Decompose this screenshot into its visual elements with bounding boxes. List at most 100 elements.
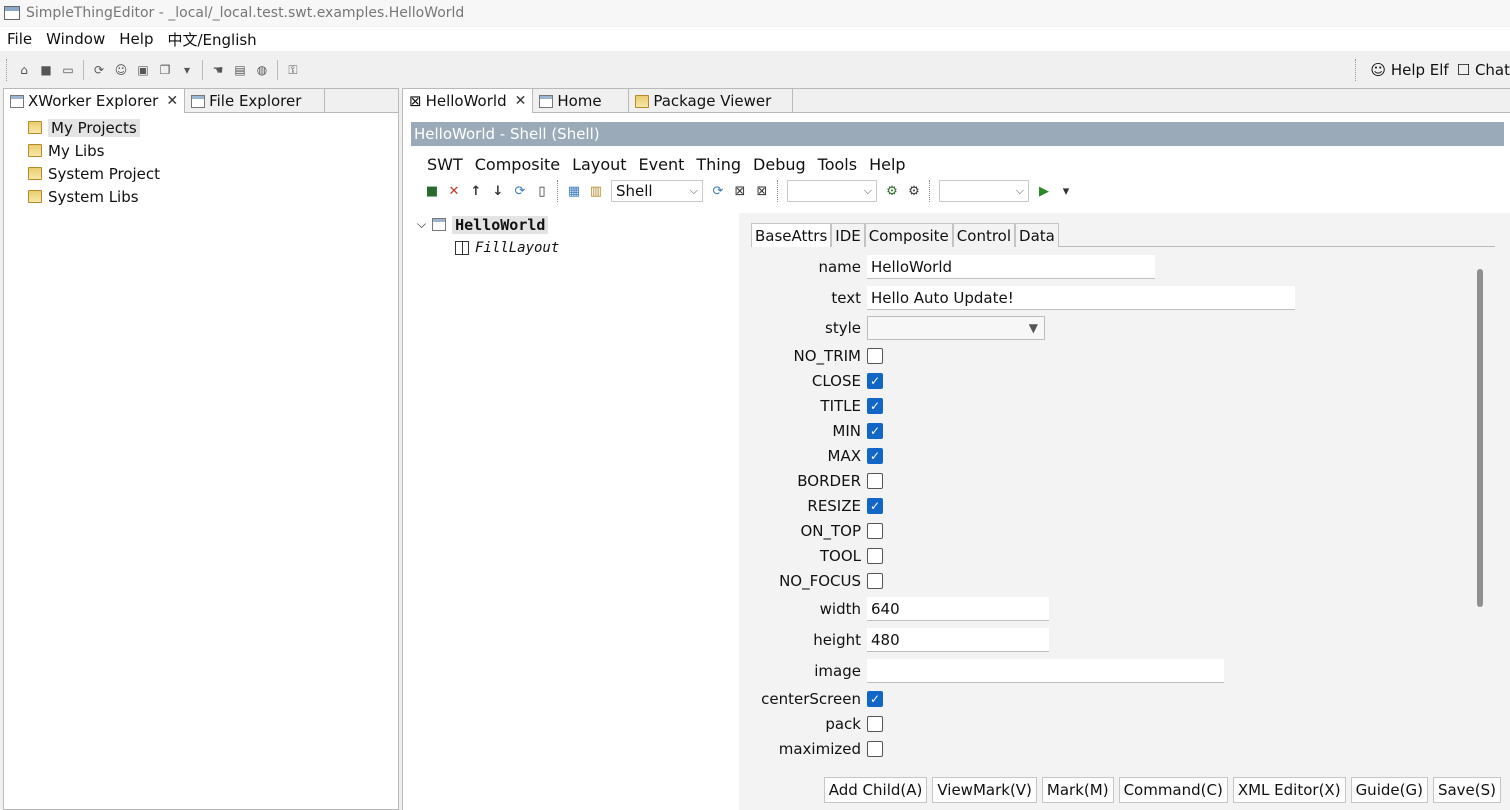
menu-bar: File Window Help 中文/English [0, 27, 1510, 51]
tree-item-system-libs[interactable]: System Libs [28, 185, 398, 208]
arrow-up-icon[interactable]: ↑ [468, 183, 484, 199]
chat-button[interactable]: ☐ Chat [1457, 61, 1510, 79]
delete-icon[interactable]: ✕ [446, 183, 462, 199]
lock-icon[interactable]: ⚿ [284, 61, 302, 79]
hand-icon[interactable]: ☚ [209, 61, 227, 79]
menu-event[interactable]: Event [633, 155, 691, 174]
on-top-checkbox[interactable] [867, 523, 883, 539]
mark-button[interactable]: Mark(M) [1041, 777, 1114, 803]
toolbar-separator [83, 60, 84, 80]
tree-item-my-projects[interactable]: My Projects [28, 116, 398, 139]
refresh-icon[interactable]: ⟳ [710, 183, 726, 199]
refresh-icon[interactable]: ⟳ [90, 61, 108, 79]
tab-file-explorer[interactable]: File Explorer [185, 89, 326, 113]
center-screen-checkbox[interactable]: ✓ [867, 691, 883, 707]
arrow-down-icon[interactable]: ↓ [490, 183, 506, 199]
guide-button[interactable]: Guide(G) [1350, 777, 1428, 803]
image-input[interactable] [867, 659, 1224, 683]
tree-item-my-libs[interactable]: My Libs [28, 139, 398, 162]
menu-layout[interactable]: Layout [566, 155, 632, 174]
tab-helloworld[interactable]: ⊠ HelloWorld ✕ [403, 89, 534, 113]
width-input[interactable]: 640 [867, 597, 1049, 621]
vertical-scrollbar[interactable] [1477, 269, 1483, 607]
archive-icon[interactable]: ▥ [588, 183, 604, 199]
editor-panel: ⊠ HelloWorld ✕ Home Package Viewer Hello… [402, 88, 1510, 810]
tab-composite[interactable]: Composite [864, 223, 953, 247]
command-button[interactable]: Command(C) [1118, 777, 1228, 803]
menu-language[interactable]: 中文/English [160, 29, 263, 50]
text-input[interactable]: Hello Auto Update! [867, 286, 1295, 310]
menu-swt[interactable]: SWT [421, 155, 469, 174]
checkbox-row: RESIZE ✓ [739, 494, 883, 518]
style-select[interactable]: ▼ [867, 316, 1045, 340]
min-checkbox[interactable]: ✓ [867, 423, 883, 439]
home-icon[interactable]: ⌂ [15, 61, 33, 79]
book-icon[interactable]: ▤ [231, 61, 249, 79]
tree-view-icon[interactable]: ▦ [566, 183, 582, 199]
shell-header: HelloWorld - Shell (Shell) [411, 122, 1504, 146]
save-button[interactable]: Save(S) [1432, 777, 1501, 803]
close-icon[interactable]: ✕ [515, 93, 527, 109]
height-input[interactable]: 480 [867, 628, 1049, 652]
menu-help[interactable]: Help [112, 30, 160, 48]
tab-xworker-explorer[interactable]: XWorker Explorer ✕ [4, 89, 186, 113]
tab-data[interactable]: Data [1015, 223, 1059, 247]
menu-debug[interactable]: Debug [747, 155, 812, 174]
refresh-icon[interactable]: ⟳ [512, 183, 528, 199]
explorer-tabs: XWorker Explorer ✕ File Explorer [4, 89, 398, 113]
help-elf-button[interactable]: ☺ Help Elf [1370, 61, 1448, 79]
tab-package-viewer[interactable]: Package Viewer [629, 89, 794, 113]
tree-item-filllayout[interactable]: FillLayout [411, 236, 738, 259]
menu-window[interactable]: Window [39, 30, 112, 48]
menu-thing[interactable]: Thing [690, 155, 747, 174]
title-checkbox[interactable]: ✓ [867, 398, 883, 414]
tab-ide[interactable]: IDE [831, 223, 865, 247]
close-checkbox[interactable]: ✓ [867, 373, 883, 389]
monitor-icon[interactable]: ▣ [134, 61, 152, 79]
max-checkbox[interactable]: ✓ [867, 448, 883, 464]
menu-file[interactable]: File [0, 30, 39, 48]
copy-icon[interactable]: ❐ [156, 61, 174, 79]
no-trim-checkbox[interactable] [867, 348, 883, 364]
close-icon[interactable]: ✕ [166, 93, 178, 109]
user-icon[interactable]: ☺ [112, 61, 130, 79]
gear-icon[interactable]: ⚙ [884, 183, 900, 199]
close-box-icon[interactable]: ⊠ [754, 183, 770, 199]
dropdown-arrow-icon[interactable]: ▾ [1058, 183, 1074, 199]
document-icon[interactable]: ▯ [534, 183, 550, 199]
menu-composite[interactable]: Composite [469, 155, 566, 174]
border-checkbox[interactable] [867, 473, 883, 489]
close-box-icon[interactable]: ⊠ [732, 183, 748, 199]
chevron-down-icon[interactable]: ⌵ [417, 217, 426, 232]
menu-tools[interactable]: Tools [812, 155, 863, 174]
pack-checkbox[interactable] [867, 716, 883, 732]
tertiary-select[interactable]: ⌵ [939, 180, 1029, 202]
tree-item-system-project[interactable]: System Project [28, 162, 398, 185]
no-focus-checkbox[interactable] [867, 573, 883, 589]
name-input[interactable]: HelloWorld [867, 255, 1155, 279]
dropdown-arrow-icon[interactable]: ▾ [178, 61, 196, 79]
save-icon[interactable]: ■ [424, 183, 440, 199]
xml-editor-button[interactable]: XML Editor(X) [1232, 777, 1346, 803]
toolbar-separator [557, 180, 559, 202]
maximized-checkbox[interactable] [867, 741, 883, 757]
viewmark-button[interactable]: ViewMark(V) [932, 777, 1037, 803]
play-icon[interactable]: ▶ [1036, 183, 1052, 199]
thing-type-select[interactable]: Shell ⌵ [611, 180, 703, 202]
menu-help-editor[interactable]: Help [863, 155, 911, 174]
add-child-button[interactable]: Add Child(A) [823, 777, 928, 803]
globe-icon[interactable]: ◍ [253, 61, 271, 79]
open-folder-icon[interactable]: ▭ [59, 61, 77, 79]
chevron-down-icon: ⌵ [1015, 184, 1024, 197]
secondary-select[interactable]: ⌵ [787, 180, 877, 202]
explorer-panel: XWorker Explorer ✕ File Explorer My Proj… [3, 88, 399, 810]
tab-control[interactable]: Control [952, 223, 1016, 247]
tab-home[interactable]: Home [533, 89, 630, 113]
resize-checkbox[interactable]: ✓ [867, 498, 883, 514]
settings-icon[interactable]: ⚙ [906, 183, 922, 199]
tab-baseattrs[interactable]: BaseAttrs [751, 223, 832, 247]
tool-checkbox[interactable] [867, 548, 883, 564]
save-icon[interactable]: ■ [37, 61, 55, 79]
layout-icon [455, 240, 469, 255]
tree-item-helloworld[interactable]: ⌵ HelloWorld [411, 213, 738, 236]
